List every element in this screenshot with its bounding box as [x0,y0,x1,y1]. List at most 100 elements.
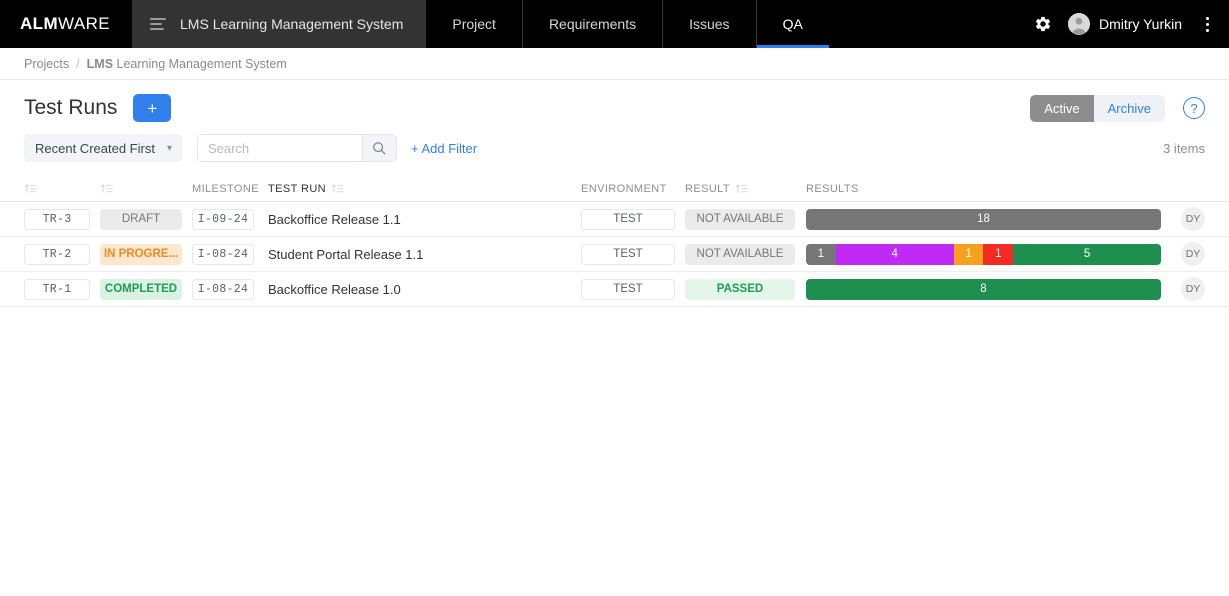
milestone-chip[interactable]: I-08-24 [192,243,254,265]
cell-status: DRAFT [100,208,182,230]
logo-rest-text: WARE [58,14,111,33]
table-row[interactable]: TR-1 COMPLETED I-08-24 Backoffice Releas… [0,272,1229,307]
nav-item-qa-label: QA [782,16,803,32]
sort-dropdown[interactable]: Recent Created First ▾ [24,134,183,162]
cell-milestone: I-08-24 [192,278,254,300]
user-menu[interactable]: Dmitry Yurkin [1068,13,1182,35]
result-badge: NOT AVAILABLE [685,243,795,265]
search-input[interactable] [197,135,362,161]
cell-owner: DY [1169,207,1205,231]
cell-results-bar: 8 [806,278,1161,300]
column-header-test-run[interactable]: TEST RUN [254,183,581,195]
owner-avatar[interactable]: DY [1181,207,1205,231]
owner-avatar[interactable]: DY [1181,242,1205,266]
table-row[interactable]: TR-2 IN PROGRE... I-08-24 Student Portal… [0,237,1229,272]
breadcrumb-projects-link[interactable]: Projects [24,57,69,71]
status-badge: IN PROGRE... [100,243,182,265]
cell-milestone: I-08-24 [192,243,254,265]
column-header-result-label: RESULT [685,182,730,195]
results-progress-bar[interactable]: 18 [806,208,1161,230]
column-header-test-run-label: TEST RUN [268,182,327,195]
active-archive-toggle: Active Archive [1030,94,1165,122]
breadcrumb-project-code: LMS [86,56,114,71]
toggle-active[interactable]: Active [1030,94,1094,122]
cell-status: IN PROGRE... [100,243,182,265]
result-segment: 1 [953,243,984,265]
toggle-archive[interactable]: Archive [1094,95,1165,122]
column-header-id[interactable] [24,183,90,194]
more-vertical-icon[interactable] [1198,11,1217,38]
result-badge: PASSED [685,278,795,300]
sort-icon [331,183,344,194]
user-name-label: Dmitry Yurkin [1099,16,1182,32]
page-title: Test Runs [24,96,118,119]
logo-bold-text: ALM [20,14,59,33]
result-segment: 4 [835,243,954,265]
environment-chip[interactable]: TEST [581,243,675,265]
result-segment: 18 [806,208,1161,230]
nav-item-requirements-label: Requirements [548,16,637,32]
cell-environment: TEST [581,208,675,230]
nav-item-issues[interactable]: Issues [662,0,755,48]
app-logo[interactable]: ALM WARE [0,0,132,48]
nav-item-requirements[interactable]: Requirements [521,0,662,48]
nav-item-project[interactable]: Project [425,0,522,48]
results-progress-bar[interactable]: 8 [806,278,1161,300]
result-segment: 5 [1013,243,1161,265]
milestone-chip[interactable]: I-08-24 [192,278,254,300]
cell-test-run-name[interactable]: Backoffice Release 1.1 [254,212,581,227]
add-filter-link[interactable]: + Add Filter [411,141,477,156]
cell-results-bar: 18 [806,208,1161,230]
result-segment: 8 [806,278,1161,300]
cell-results-bar: 14115 [806,243,1161,265]
column-header-environment[interactable]: ENVIRONMENT [581,183,675,195]
cell-owner: DY [1169,277,1205,301]
help-icon[interactable]: ? [1183,97,1205,119]
sort-dropdown-label: Recent Created First [35,140,155,156]
search-button[interactable] [361,135,396,161]
breadcrumb: Projects / LMS Learning Management Syste… [0,48,1229,80]
cell-owner: DY [1169,242,1205,266]
gear-icon[interactable] [1034,15,1052,33]
sort-icon [24,183,37,194]
page-header-actions: Active Archive ? [1030,94,1205,122]
cell-test-run-name[interactable]: Student Portal Release 1.1 [254,247,581,262]
test-run-id-chip[interactable]: TR-2 [24,243,90,265]
column-header-result[interactable]: RESULT [685,183,795,195]
table-row[interactable]: TR-3 DRAFT I-09-24 Backoffice Release 1.… [0,202,1229,237]
test-run-id-chip[interactable]: TR-1 [24,278,90,300]
cell-milestone: I-09-24 [192,208,254,230]
test-runs-table: TR-3 DRAFT I-09-24 Backoffice Release 1.… [0,202,1229,307]
sort-icon [100,183,113,194]
test-run-id-chip[interactable]: TR-3 [24,208,90,230]
cell-result: NOT AVAILABLE [685,208,795,230]
result-segment: 1 [806,243,836,265]
owner-avatar[interactable]: DY [1181,277,1205,301]
search-icon [373,142,386,155]
environment-chip[interactable]: TEST [581,278,675,300]
add-test-run-button[interactable]: + [133,94,172,122]
result-badge: NOT AVAILABLE [685,208,795,230]
chevron-down-icon: ▾ [166,142,172,154]
milestone-chip[interactable]: I-09-24 [192,208,254,230]
cell-test-run-name[interactable]: Backoffice Release 1.0 [254,282,581,297]
cell-result: NOT AVAILABLE [685,243,795,265]
column-header-milestone[interactable]: MILESTONE [192,183,259,195]
nav-item-project-label: Project [452,16,496,32]
breadcrumb-project-name: Learning Management System [116,56,287,71]
result-segment: 1 [983,243,1014,265]
top-right-actions: Dmitry Yurkin [1034,0,1229,48]
top-navigation-bar: ALM WARE LMS Learning Management System P… [0,0,1229,48]
project-selector[interactable]: LMS Learning Management System [132,0,426,48]
results-progress-bar[interactable]: 14115 [806,243,1161,265]
column-header-status[interactable] [100,183,182,194]
page-header: Test Runs + Active Archive ? [0,80,1229,122]
nav-item-issues-label: Issues [689,16,730,32]
cell-environment: TEST [581,278,675,300]
breadcrumb-separator: / [76,56,80,71]
status-badge: DRAFT [100,208,182,230]
cell-id: TR-1 [24,278,90,300]
avatar [1068,13,1091,35]
environment-chip[interactable]: TEST [581,208,675,230]
nav-item-qa[interactable]: QA [755,0,830,48]
